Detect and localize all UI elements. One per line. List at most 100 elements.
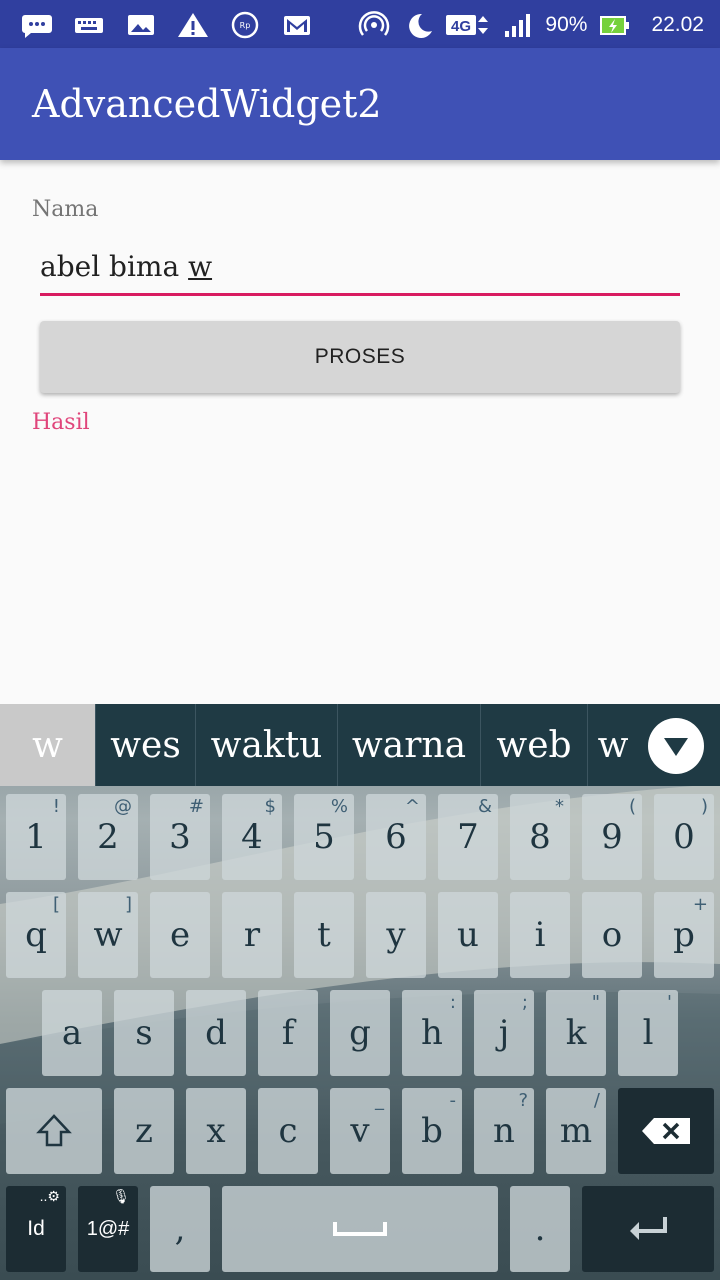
suggestion-item[interactable]: w xyxy=(588,704,638,786)
key-hint: - xyxy=(449,1090,457,1111)
key-w[interactable]: w] xyxy=(78,892,138,978)
suggestion-item[interactable]: web xyxy=(481,704,588,786)
battery-charging-icon xyxy=(597,10,631,40)
key-4[interactable]: 4 $ xyxy=(222,794,282,880)
key-hint: [ xyxy=(52,894,60,915)
key-label: i xyxy=(534,915,546,955)
key-e[interactable]: e xyxy=(150,892,210,978)
shift-key[interactable] xyxy=(6,1088,102,1174)
key-hint: * xyxy=(555,796,564,817)
key-y[interactable]: y xyxy=(366,892,426,978)
key-q[interactable]: q[ xyxy=(6,892,66,978)
key-x[interactable]: x xyxy=(186,1088,246,1174)
key-label: s xyxy=(135,1013,153,1053)
language-key[interactable]: Id ..⚙ xyxy=(6,1186,66,1272)
chat-icon xyxy=(20,10,54,40)
key-label: q xyxy=(25,915,47,955)
key-label: x xyxy=(206,1111,226,1151)
svg-text:4G: 4G xyxy=(451,18,471,35)
key-label: j xyxy=(498,1013,510,1053)
key-2[interactable]: 2 @ xyxy=(78,794,138,880)
app-title: AdvancedWidget2 xyxy=(32,82,382,126)
key-hint: ' xyxy=(667,992,672,1013)
key-label: m xyxy=(559,1111,593,1151)
suggestion-item[interactable]: warna xyxy=(338,704,481,786)
key-hint: @ xyxy=(114,796,132,817)
key-a[interactable]: a xyxy=(42,990,102,1076)
gmail-icon xyxy=(280,10,314,40)
key-label: 4 xyxy=(241,817,263,857)
key-t[interactable]: t xyxy=(294,892,354,978)
key-label: 9 xyxy=(601,817,623,857)
key-label: n xyxy=(493,1111,515,1151)
key-3[interactable]: 3 # xyxy=(150,794,210,880)
key-v[interactable]: v _ xyxy=(330,1088,390,1174)
key-label: 5 xyxy=(313,817,335,857)
key-i[interactable]: i xyxy=(510,892,570,978)
key-6[interactable]: 6 ^ xyxy=(366,794,426,880)
key-z[interactable]: z xyxy=(114,1088,174,1174)
key-d[interactable]: d xyxy=(186,990,246,1076)
key-label: z xyxy=(135,1111,153,1151)
key-r[interactable]: r xyxy=(222,892,282,978)
enter-key[interactable] xyxy=(582,1186,714,1272)
triangle-down-icon xyxy=(664,738,688,756)
suggestions-expand-button[interactable] xyxy=(648,718,704,774)
key-label: 8 xyxy=(529,817,551,857)
key-j[interactable]: j; xyxy=(474,990,534,1076)
key-f[interactable]: f xyxy=(258,990,318,1076)
key-label: 1 xyxy=(25,817,47,857)
key-g[interactable]: g xyxy=(330,990,390,1076)
key-label: k xyxy=(565,1013,587,1053)
moon-icon xyxy=(401,10,435,40)
key-hint: ^ xyxy=(404,796,420,817)
key-c[interactable]: c xyxy=(258,1088,318,1174)
key-label: w xyxy=(93,915,123,955)
suggestion-current[interactable]: w xyxy=(0,704,96,786)
period-key[interactable]: . xyxy=(510,1186,570,1272)
key-label: y xyxy=(386,915,406,955)
key-0[interactable]: 0) xyxy=(654,794,714,880)
key-h[interactable]: h: xyxy=(402,990,462,1076)
key-hint: & xyxy=(477,796,492,817)
suggestion-item[interactable]: waktu xyxy=(196,704,338,786)
backspace-key[interactable] xyxy=(618,1088,714,1174)
key-n[interactable]: n? xyxy=(474,1088,534,1174)
key-8[interactable]: 8 * xyxy=(510,794,570,880)
key-label: h xyxy=(421,1013,443,1053)
key-7[interactable]: 7 & xyxy=(438,794,498,880)
key-hint: / xyxy=(593,1090,600,1111)
warning-icon xyxy=(176,10,210,40)
key-k[interactable]: k " xyxy=(546,990,606,1076)
key-label: o xyxy=(601,915,623,955)
key-label: 6 xyxy=(385,817,407,857)
space-icon xyxy=(333,1222,387,1236)
key-u[interactable]: u xyxy=(438,892,498,978)
comma-key[interactable]: , xyxy=(150,1186,210,1272)
nama-input[interactable]: abel bima w xyxy=(40,240,680,296)
nama-label: Nama xyxy=(32,197,99,222)
space-key[interactable] xyxy=(222,1186,498,1272)
key-label: r xyxy=(243,915,261,955)
key-5[interactable]: 5% xyxy=(294,794,354,880)
key-l[interactable]: l ' xyxy=(618,990,678,1076)
key-b[interactable]: b- xyxy=(402,1088,462,1174)
key-hint: ! xyxy=(52,796,60,817)
key-9[interactable]: 9( xyxy=(582,794,642,880)
key-label: b xyxy=(421,1111,443,1151)
key-label: e xyxy=(169,915,191,955)
signal-icon xyxy=(501,10,535,40)
suggestion-item[interactable]: wes xyxy=(96,704,196,786)
proses-button[interactable]: PROSES xyxy=(40,321,680,393)
key-s[interactable]: s xyxy=(114,990,174,1076)
key-p[interactable]: p + xyxy=(654,892,714,978)
key-hint: " xyxy=(591,992,600,1013)
key-1[interactable]: 1! xyxy=(6,794,66,880)
key-label: 0 xyxy=(673,817,695,857)
rupiah-icon: Rp xyxy=(228,10,262,40)
app-bar: AdvancedWidget2 xyxy=(0,48,720,160)
symbols-key[interactable]: 1@# 🎙 xyxy=(78,1186,138,1272)
key-m[interactable]: m / xyxy=(546,1088,606,1174)
key-o[interactable]: o xyxy=(582,892,642,978)
backspace-icon xyxy=(642,1118,690,1144)
